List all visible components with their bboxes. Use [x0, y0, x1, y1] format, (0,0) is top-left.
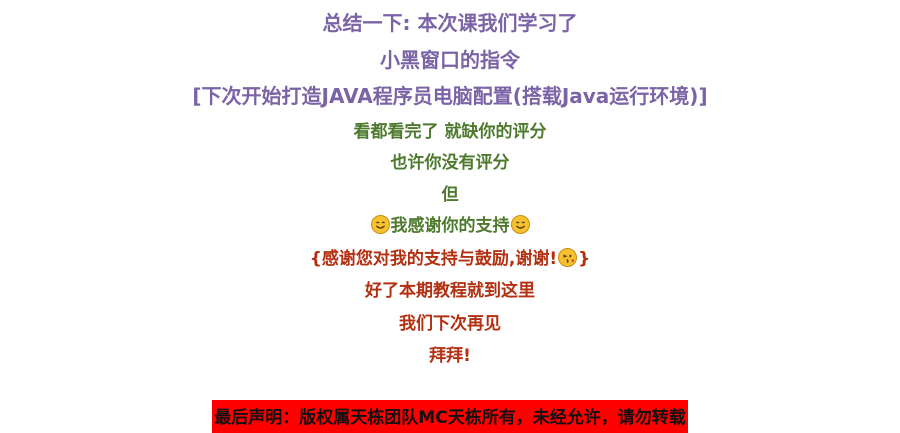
topic-line: 小黑窗口的指令 [380, 48, 520, 72]
closing-line-2: 我们下次再见 [399, 314, 501, 334]
rating-line-1: 看都看完了 就缺你的评分 [353, 122, 547, 142]
rating-line-2: 也许你没有评分 [390, 153, 510, 173]
smiling-face-icon [370, 215, 390, 234]
rating-line-3: 但 [441, 185, 459, 205]
next-topic-line: [下次开始打造JAVA程序员电脑配置(搭载Java运行环境)] [192, 84, 708, 108]
gratitude-line: {感谢您对我的支持与鼓励,谢谢! } [0, 244, 900, 269]
copyright-notice: 最后声明：版权属天栋团队MC天栋所有，未经允许，请勿转载 [212, 400, 688, 433]
closing-line-3: 拜拜! [429, 346, 471, 366]
summary-line: 总结一下: 本次课我们学习了 [322, 11, 578, 35]
gratitude-text: {感谢您对我的支持与鼓励,谢谢! [309, 249, 558, 269]
thanks-text: 我感谢你的支持 [390, 216, 510, 236]
thanks-line: 我感谢你的支持 [0, 211, 900, 236]
winking-kiss-icon [558, 248, 578, 267]
closing-line-1: 好了本期教程就到这里 [365, 281, 535, 301]
copyright-notice-wrap: 最后声明：版权属天栋团队MC天栋所有，未经允许，请勿转载 [0, 400, 900, 433]
gratitude-close-brace: } [578, 249, 591, 269]
smiling-face-icon [510, 215, 530, 234]
